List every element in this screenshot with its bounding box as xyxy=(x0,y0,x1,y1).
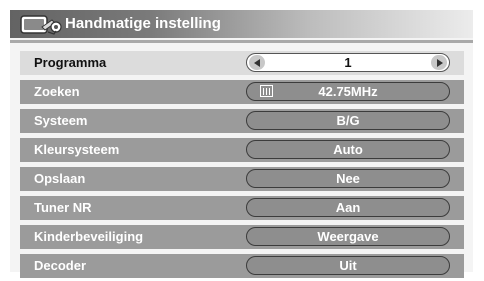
programma-spinner[interactable]: 1 xyxy=(246,53,450,72)
row-label: Decoder xyxy=(34,258,87,273)
header-divider xyxy=(10,40,473,43)
row-label: Tuner NR xyxy=(34,200,92,215)
tuner-nr-select[interactable]: Aan xyxy=(246,198,450,217)
opslaan-select[interactable]: Nee xyxy=(246,169,450,188)
kinderbeveiliging-value: Weergave xyxy=(317,229,379,244)
decoder-select[interactable]: Uit xyxy=(246,256,450,275)
row-tuner-nr[interactable]: Tuner NR Aan xyxy=(20,196,464,220)
row-label: Systeem xyxy=(34,113,88,128)
row-zoeken[interactable]: Zoeken 42.75MHz xyxy=(20,80,464,104)
row-decoder[interactable]: Decoder Uit xyxy=(20,254,464,278)
row-kinderbeveiliging[interactable]: Kinderbeveiliging Weergave xyxy=(20,225,464,249)
systeem-select[interactable]: B/G xyxy=(246,111,450,130)
arrow-right-icon[interactable] xyxy=(431,55,447,70)
opslaan-value: Nee xyxy=(336,171,360,186)
row-systeem[interactable]: Systeem B/G xyxy=(20,109,464,133)
decoder-value: Uit xyxy=(339,258,357,273)
menu-title: Handmatige instelling xyxy=(65,15,221,32)
systeem-value: B/G xyxy=(336,113,360,128)
row-label: Programma xyxy=(34,55,107,70)
zoeken-field[interactable]: 42.75MHz xyxy=(246,82,450,101)
manual-setup-panel: Handmatige instelling Programma 1 Zoeken… xyxy=(10,10,473,278)
row-kleursysteem[interactable]: Kleursysteem Auto xyxy=(20,138,464,162)
row-label: Opslaan xyxy=(34,171,86,186)
row-label: Zoeken xyxy=(34,84,80,99)
menu-header: Handmatige instelling xyxy=(10,10,473,38)
kleursysteem-select[interactable]: Auto xyxy=(246,140,450,159)
kinderbeveiliging-select[interactable]: Weergave xyxy=(246,227,450,246)
kleursysteem-value: Auto xyxy=(333,142,363,157)
tv-settings-icon xyxy=(20,15,62,35)
zoeken-value: 42.75MHz xyxy=(318,84,378,99)
row-label: Kleursysteem xyxy=(34,142,120,157)
row-programma[interactable]: Programma 1 xyxy=(20,51,464,75)
tuner-nr-value: Aan xyxy=(335,200,361,215)
row-label: Kinderbeveiliging xyxy=(34,229,144,244)
programma-value: 1 xyxy=(344,55,352,70)
row-opslaan[interactable]: Opslaan Nee xyxy=(20,167,464,191)
